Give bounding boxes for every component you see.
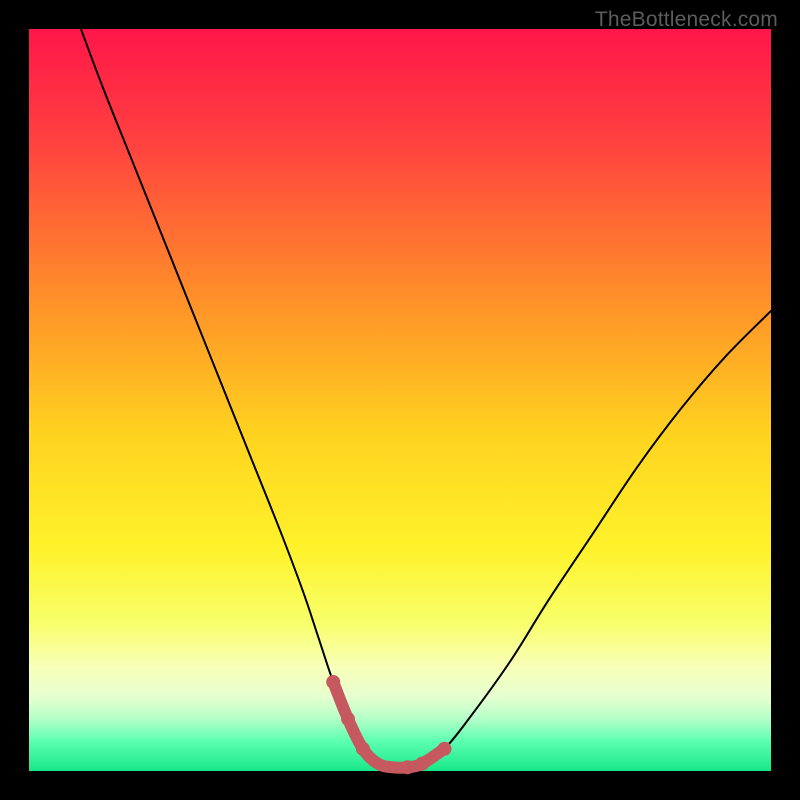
highlight-dot [341,712,355,726]
highlight-dot [415,757,429,771]
highlight-dot [326,675,340,689]
bottleneck-curve [81,29,771,768]
highlight-dot [438,742,452,756]
chart-frame: TheBottleneck.com [0,0,800,800]
highlight-dot [356,742,370,756]
highlight-dot [400,760,414,774]
chart-overlay [29,29,771,771]
